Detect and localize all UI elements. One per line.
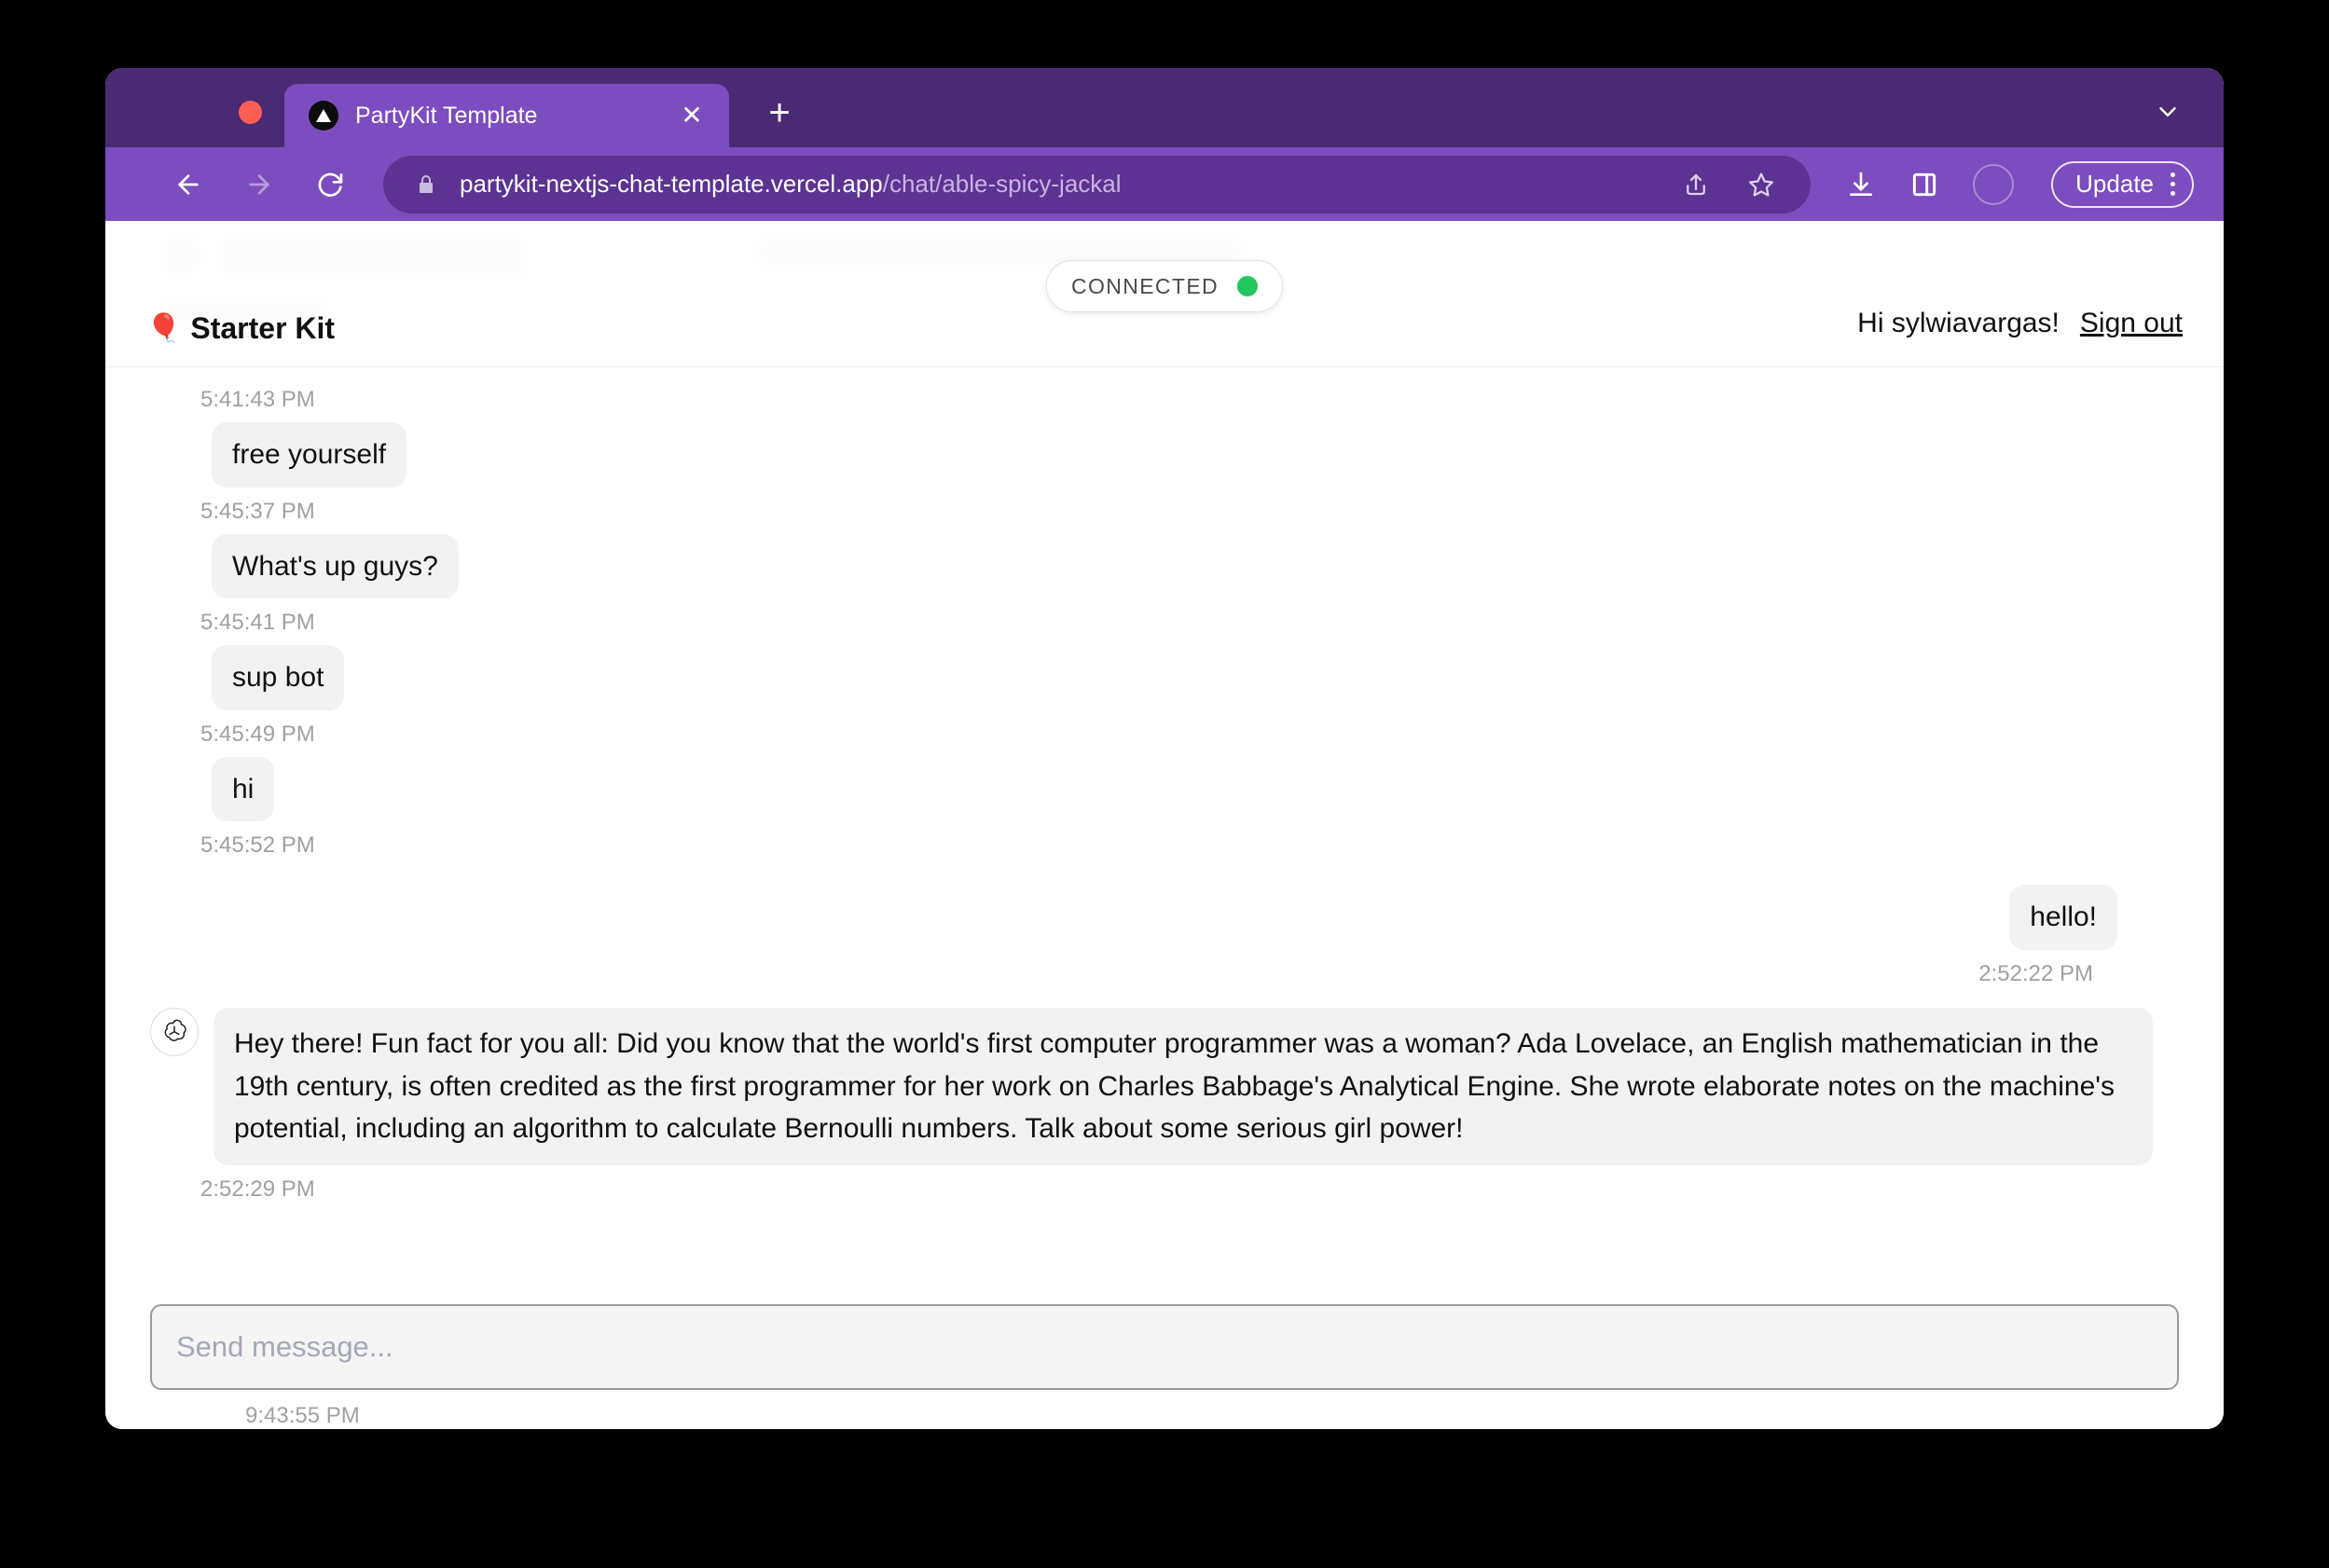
message-timestamp: 5:41:43 PM	[200, 387, 315, 412]
message-item: What's up guys?	[150, 533, 2179, 599]
message-bubble: free yourself	[212, 422, 407, 488]
avatar	[150, 534, 197, 581]
trailing-timestamp: 9:43:55 PM	[245, 1403, 360, 1428]
connection-status-label: CONNECTED	[1070, 273, 1220, 298]
browser-tab-partykit[interactable]: PartyKit Template ✕	[284, 84, 729, 147]
omnibox-actions	[1682, 171, 1786, 199]
avatar	[150, 645, 197, 692]
url-domain: partykit-nextjs-chat-template.vercel.app	[460, 170, 883, 198]
message-bubble: hello!	[2009, 885, 2117, 950]
back-arrow-icon[interactable]	[159, 156, 217, 213]
page-content: 🎈 Starter Kit CONNECTED Hi sylwiavargas!…	[105, 221, 2224, 1429]
avatar	[150, 422, 197, 469]
address-bar[interactable]: partykit-nextjs-chat-template.vercel.app…	[383, 155, 1812, 213]
update-button[interactable]: Update	[2051, 160, 2194, 208]
new-tab-button[interactable]: +	[758, 91, 801, 134]
message-timestamp: 2:52:29 PM	[200, 1176, 315, 1202]
status-dot-icon	[1237, 276, 1259, 296]
url-path: /chat/able-spicy-jackal	[882, 170, 1122, 198]
share-icon[interactable]	[1682, 171, 1710, 199]
app-header: 🎈 Starter Kit CONNECTED Hi sylwiavargas!…	[105, 221, 2224, 367]
user-greeting: Hi sylwiavargas!	[1857, 308, 2060, 338]
reload-icon[interactable]	[301, 156, 359, 213]
message-item: hi	[150, 756, 2179, 822]
tab-title: PartyKit Template	[355, 102, 538, 129]
room-title-text: Starter Kit	[190, 311, 336, 345]
message-bubble: hi	[212, 756, 275, 822]
openai-logo-icon	[150, 1007, 199, 1056]
message-item-own: hello!	[150, 885, 2179, 950]
star-icon[interactable]	[1747, 171, 1775, 199]
message-bubble: Hey there! Fun fact for you all: Did you…	[214, 1007, 2153, 1165]
tab-strip: PartyKit Template ✕ +	[105, 68, 2224, 147]
kebab-menu-icon[interactable]	[2171, 172, 2175, 196]
update-button-label: Update	[2075, 170, 2154, 198]
chevron-down-icon[interactable]	[2149, 93, 2186, 131]
message-item-assistant: Hey there! Fun fact for you all: Did you…	[150, 1007, 2179, 1165]
message-bubble: What's up guys?	[212, 533, 459, 599]
close-tab-icon[interactable]: ✕	[675, 99, 709, 132]
address-bar-url: partykit-nextjs-chat-template.vercel.app…	[460, 170, 1122, 199]
avatar	[1788, 299, 1837, 348]
lock-icon	[420, 174, 433, 193]
triangle-logo-icon	[309, 101, 338, 131]
avatar	[150, 757, 197, 804]
browser-toolbar: partykit-nextjs-chat-template.vercel.app…	[105, 147, 2224, 221]
download-icon[interactable]	[1846, 170, 1876, 199]
toolbar-actions: Update	[1846, 160, 2194, 208]
message-timestamp: 5:45:37 PM	[200, 498, 315, 524]
message-timestamp: 5:45:52 PM	[200, 832, 315, 859]
profile-avatar[interactable]	[1973, 163, 2015, 205]
message-composer[interactable]	[150, 1304, 2179, 1390]
connection-status-badge: CONNECTED	[1045, 260, 1284, 312]
message-list[interactable]: 5:41:43 PM free yourself 5:45:37 PM What…	[105, 221, 2224, 1429]
sign-out-link[interactable]: Sign out	[2080, 308, 2183, 339]
message-item: free yourself	[150, 422, 2179, 488]
message-item: sup bot	[150, 645, 2179, 710]
balloon-icon: 🎈	[146, 312, 182, 344]
close-window-button[interactable]	[239, 101, 262, 124]
user-area: Hi sylwiavargas! Sign out	[1788, 299, 2183, 348]
message-timestamp: 2:52:22 PM	[1978, 960, 2093, 986]
avatar	[2132, 885, 2179, 931]
message-timestamp: 5:45:49 PM	[200, 721, 315, 747]
message-input[interactable]	[176, 1330, 2153, 1364]
forward-arrow-icon[interactable]	[230, 156, 288, 213]
side-panel-icon[interactable]	[1909, 170, 1939, 199]
browser-window: PartyKit Template ✕ + partykit-nextjs-ch…	[105, 68, 2224, 1429]
message-timestamp: 5:45:41 PM	[200, 610, 315, 636]
page-title: 🎈 Starter Kit	[146, 311, 335, 346]
message-bubble: sup bot	[212, 645, 345, 710]
